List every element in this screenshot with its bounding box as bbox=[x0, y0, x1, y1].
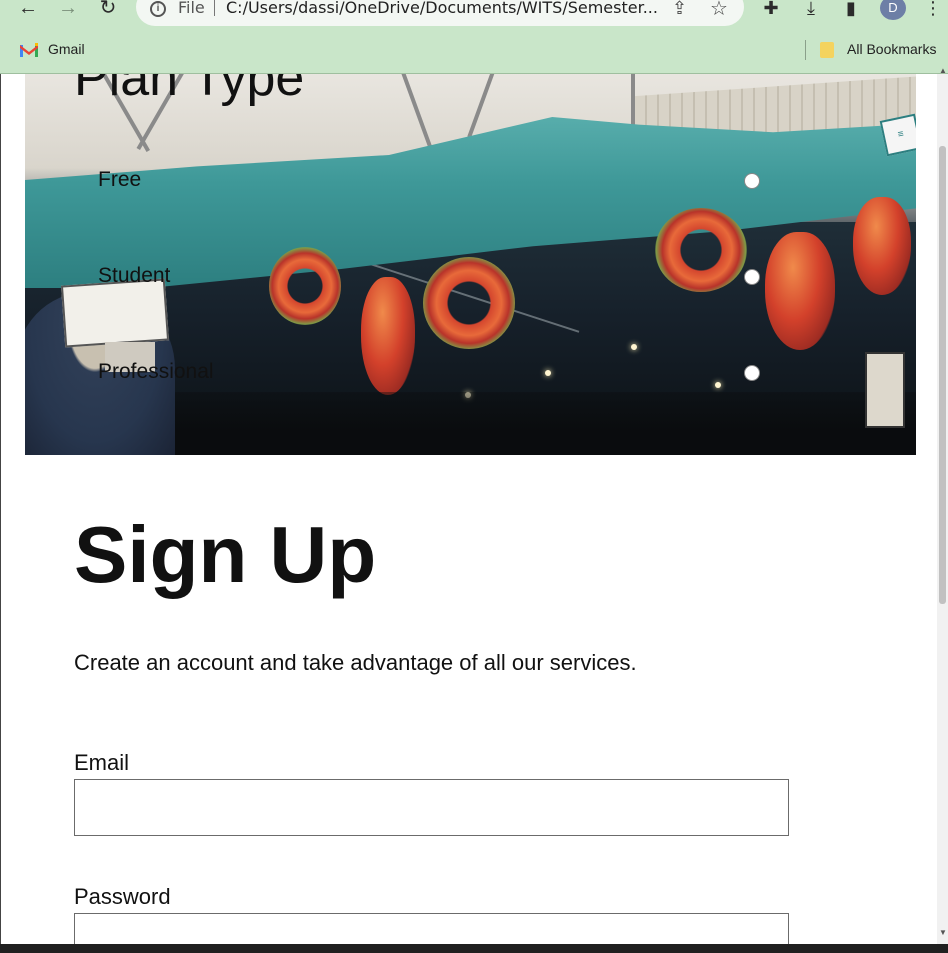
price-sign bbox=[865, 352, 905, 428]
password-label: Password bbox=[74, 884, 171, 909]
scroll-up-arrow-icon[interactable]: ▲ bbox=[939, 66, 947, 75]
bookmarks-divider bbox=[805, 40, 806, 60]
chili-ristra bbox=[361, 277, 415, 395]
truss-beam bbox=[401, 74, 433, 149]
plan-option-label: Professional bbox=[98, 360, 214, 383]
plan-radio-professional[interactable] bbox=[744, 365, 760, 381]
browser-chrome: ← → ↻ i File C:/Users/dassi/OneDrive/Doc… bbox=[0, 0, 948, 74]
plan-radio-free[interactable] bbox=[744, 173, 760, 189]
string-light bbox=[545, 370, 551, 376]
reload-icon[interactable]: ↻ bbox=[96, 0, 120, 18]
bookmark-gmail[interactable]: Gmail bbox=[48, 41, 85, 57]
file-scheme-label: File bbox=[178, 0, 205, 17]
string-light bbox=[715, 382, 721, 388]
email-field[interactable] bbox=[74, 779, 789, 836]
scroll-down-arrow-icon[interactable]: ▼ bbox=[939, 928, 947, 937]
plan-option-label: Free bbox=[98, 168, 142, 191]
url-text[interactable]: C:/Users/dassi/OneDrive/Documents/WITS/S… bbox=[226, 0, 658, 17]
chili-ristra bbox=[765, 232, 835, 350]
crowd-silhouettes bbox=[175, 392, 916, 455]
truss-beam bbox=[467, 74, 495, 138]
side-panel-icon[interactable]: ▮ bbox=[840, 0, 862, 20]
browser-toolbar: ← → ↻ i File C:/Users/dassi/OneDrive/Doc… bbox=[0, 0, 948, 30]
sign-up-subtitle: Create an account and take advantage of … bbox=[74, 650, 637, 675]
gmail-icon bbox=[20, 43, 38, 57]
address-divider bbox=[214, 0, 215, 16]
info-icon[interactable]: i bbox=[150, 1, 166, 17]
chili-wreath bbox=[269, 247, 341, 325]
email-label: Email bbox=[74, 750, 130, 775]
scrollbar-thumb[interactable] bbox=[939, 146, 946, 604]
download-icon[interactable]: ⤓ bbox=[800, 0, 822, 20]
extensions-puzzle-icon[interactable]: ✚ bbox=[760, 0, 782, 20]
chili-wreath bbox=[423, 257, 515, 349]
page-viewport: ≡ Plan Type Free Student Professional Si… bbox=[0, 74, 948, 944]
kebab-menu-icon[interactable]: ⋮ bbox=[922, 0, 944, 20]
plan-option-label: Student bbox=[98, 264, 171, 287]
all-bookmarks-link[interactable]: All Bookmarks bbox=[847, 41, 936, 57]
sign-up-heading: Sign Up bbox=[74, 510, 377, 599]
string-light bbox=[631, 344, 637, 350]
folder-icon bbox=[820, 42, 834, 58]
bookmark-star-icon[interactable]: ☆ bbox=[710, 0, 728, 21]
farm-sign bbox=[60, 278, 170, 348]
password-field[interactable] bbox=[74, 913, 789, 944]
canopy-badge: ≡ bbox=[879, 113, 916, 157]
profile-avatar[interactable]: D bbox=[880, 0, 906, 20]
plan-type-heading: Plan Type bbox=[74, 74, 305, 107]
chili-ristra bbox=[853, 197, 911, 295]
plan-radio-student[interactable] bbox=[744, 269, 760, 285]
forward-arrow-icon[interactable]: → bbox=[56, 0, 80, 18]
chili-wreath bbox=[655, 208, 747, 292]
share-icon[interactable]: ⇪ bbox=[672, 0, 687, 19]
bookmarks-bar: Gmail All Bookmarks bbox=[0, 36, 948, 64]
back-arrow-icon[interactable]: ← bbox=[16, 0, 40, 18]
address-bar[interactable]: i File C:/Users/dassi/OneDrive/Documents… bbox=[136, 0, 744, 26]
os-taskbar-edge bbox=[0, 944, 948, 953]
